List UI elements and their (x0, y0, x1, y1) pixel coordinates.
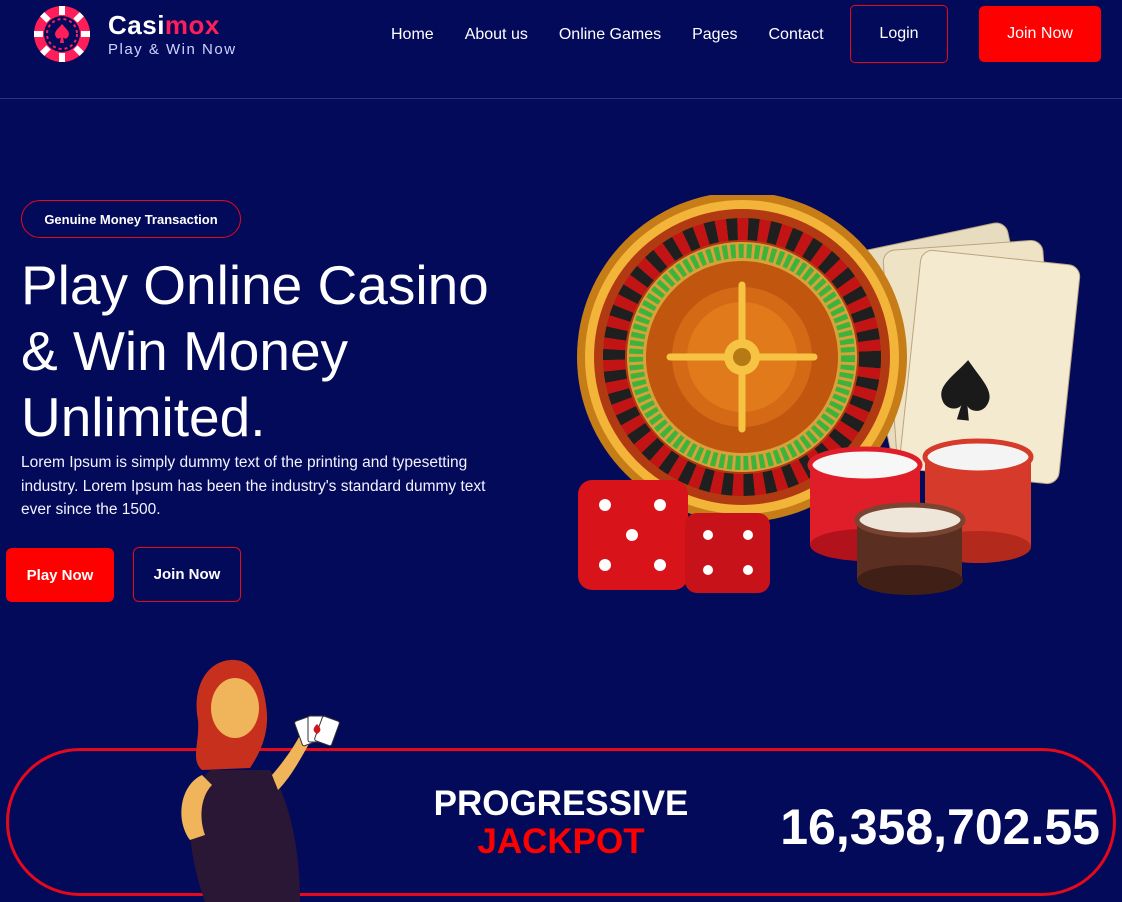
join-now-header-button[interactable]: Join Now (979, 6, 1101, 62)
nav-item-online-games[interactable]: Online Games (559, 24, 661, 46)
casino-chip-icon (34, 6, 90, 62)
casino-chips-icon (807, 438, 1034, 595)
hero-title-line-2: & Win Money (21, 320, 349, 382)
nav-item-contact[interactable]: Contact (768, 24, 823, 46)
brand-logo[interactable]: Casimox Play & Win Now (32, 4, 237, 64)
nav-item-about-us[interactable]: About us (465, 24, 528, 46)
handheld-cards-icon (294, 715, 340, 747)
jackpot-amount: 16,358,702.55 (780, 799, 1100, 855)
join-now-hero-button[interactable]: Join Now (133, 547, 241, 602)
hero-title-line-3: Unlimited. (21, 386, 266, 448)
brand-name: Casimox (108, 10, 220, 40)
nav-item-pages[interactable]: Pages (692, 24, 737, 46)
main-nav: Home About us Online Games Pages Contact (391, 24, 855, 46)
casino-illustration (577, 195, 1081, 595)
brand-tagline: Play & Win Now (108, 41, 237, 58)
hero-title: Play Online Casino & Win Money Unlimited… (21, 252, 541, 450)
woman-with-cards-illustration (181, 659, 340, 902)
hero-title-line-1: Play Online Casino (21, 254, 489, 316)
jackpot-label: PROGRESSIVE JACKPOT (430, 785, 692, 861)
nav-item-home[interactable]: Home (391, 24, 434, 46)
genuine-transaction-badge: Genuine Money Transaction (21, 200, 241, 238)
jackpot-label-jackpot: JACKPOT (477, 822, 645, 861)
login-button[interactable]: Login (850, 5, 948, 63)
site-header: Casimox Play & Win Now Home About us Onl… (0, 0, 1122, 99)
hero-description: Lorem Ipsum is simply dummy text of the … (21, 454, 486, 518)
play-now-button[interactable]: Play Now (6, 548, 114, 602)
jackpot-label-progressive: PROGRESSIVE (433, 784, 689, 823)
